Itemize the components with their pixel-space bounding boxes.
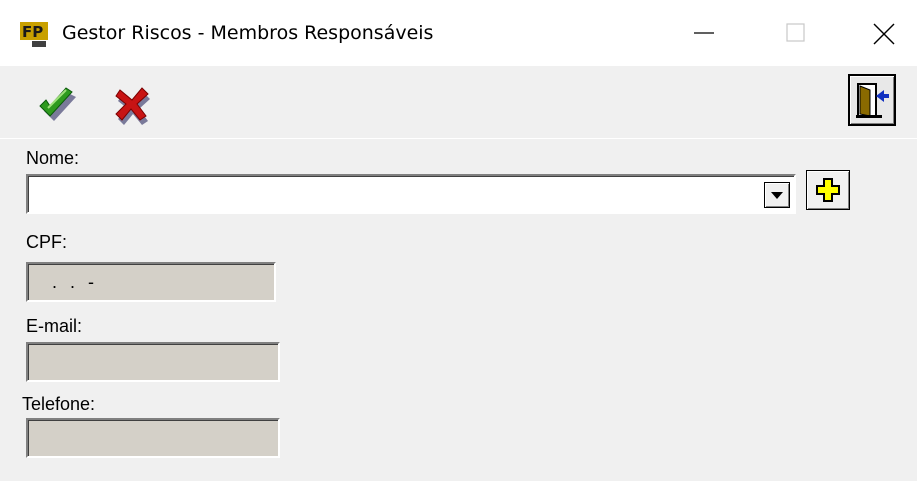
exit-button[interactable]: [848, 74, 896, 126]
checkmark-icon: [39, 87, 76, 121]
chevron-down-icon: [771, 192, 783, 199]
title-bar[interactable]: FP Gestor Riscos - Membros Responsáveis: [0, 0, 917, 66]
x-icon: [115, 87, 150, 125]
minimize-icon: [694, 32, 714, 34]
add-member-button[interactable]: [806, 170, 850, 210]
minimize-button[interactable]: [674, 0, 734, 66]
plus-icon: [816, 178, 840, 202]
confirm-button[interactable]: [36, 86, 78, 131]
toolbar: [0, 66, 917, 138]
nome-dropdown-button[interactable]: [764, 182, 790, 208]
cpf-field[interactable]: . . -: [26, 262, 276, 302]
maximize-icon: [786, 23, 805, 42]
nome-label: Nome:: [26, 148, 80, 168]
nome-combobox[interactable]: [26, 174, 796, 214]
telefone-field[interactable]: [26, 418, 280, 458]
cpf-label: CPF:: [26, 232, 68, 252]
toolbar-separator: [0, 138, 917, 139]
close-icon: [873, 23, 895, 45]
email-field[interactable]: [26, 342, 280, 382]
close-button[interactable]: [853, 0, 913, 66]
exit-door-icon: [856, 83, 889, 118]
cancel-button[interactable]: [112, 86, 152, 131]
svg-text:FP: FP: [22, 23, 43, 41]
window-title: Gestor Riscos - Membros Responsáveis: [62, 22, 434, 44]
maximize-button[interactable]: [766, 0, 826, 66]
app-logo-icon: FP: [20, 22, 48, 48]
telefone-label: Telefone:: [22, 394, 96, 414]
email-label: E-mail:: [26, 316, 83, 336]
